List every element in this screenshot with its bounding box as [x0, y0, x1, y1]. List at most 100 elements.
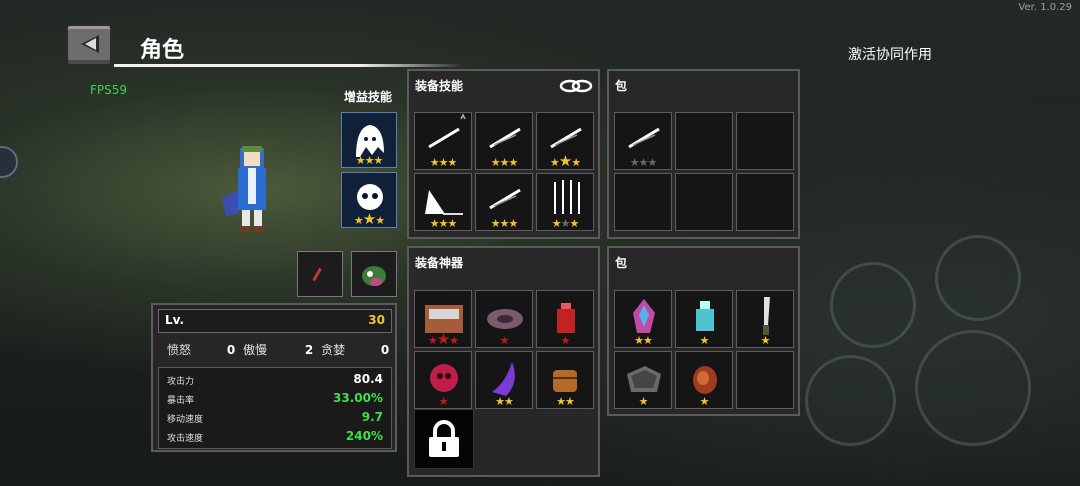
star-icon: ★ [438, 395, 449, 408]
meat-icon [693, 366, 717, 394]
star-icon: ★ [447, 156, 457, 169]
skills-bag-title: 包 [615, 79, 628, 93]
sin-value: 0 [226, 343, 236, 357]
empty-slot[interactable] [736, 351, 794, 409]
locked-artifact-slot[interactable] [414, 409, 474, 469]
wave-slash-icon [425, 190, 463, 215]
star-icon: ★ [508, 156, 518, 169]
ghost-icon [356, 125, 384, 157]
attribute-value: 240% [345, 429, 383, 443]
weapon-slot-primary[interactable] [297, 251, 343, 297]
weapon-slot-secondary[interactable] [351, 251, 397, 297]
stone-icon [627, 366, 661, 392]
star-icon: ★ [638, 395, 649, 408]
empty-slot[interactable] [736, 173, 794, 231]
crystal-icon [633, 299, 655, 333]
star-rating: ★★★ [537, 218, 593, 229]
title-underline [114, 64, 464, 67]
item-slot[interactable]: ★★★ [414, 173, 472, 231]
star-rating: ★★★ [476, 218, 532, 229]
potion-icon [557, 303, 575, 333]
empty-slot[interactable] [614, 173, 672, 231]
skills-bag-panel: 包 ★★★ [607, 69, 800, 239]
star-icon: ★ [551, 217, 562, 230]
level-value: 30 [368, 313, 385, 327]
star-rating: ★★★ [615, 157, 671, 168]
empty-slot[interactable] [736, 112, 794, 170]
empty-slot[interactable] [675, 112, 733, 170]
star-icon: ★ [373, 154, 383, 167]
star-icon: ★ [556, 395, 566, 408]
item-slot[interactable]: ★★★ [475, 112, 533, 170]
star-icon: ★ [643, 334, 653, 347]
buff-skill-slot[interactable]: ★★★ [341, 112, 397, 168]
item-slot[interactable]: ★★ [614, 290, 672, 348]
item-slot[interactable]: ★★★ [614, 112, 672, 170]
back-arrow-icon [81, 35, 99, 53]
sins-row: 愤怒 0 傲慢 2 贪婪 0 [167, 341, 389, 358]
attribute-row: 攻击力 80.4 [167, 372, 387, 392]
sin-value: 2 [304, 343, 314, 357]
link-icon[interactable] [558, 77, 594, 95]
star-icon: ★ [449, 334, 459, 347]
item-slot[interactable]: ★★ [536, 351, 594, 409]
item-slot[interactable]: ★★★ [414, 112, 472, 170]
slash-arrow-icon [428, 113, 466, 149]
stats-panel: Lv. 30 愤怒 0 傲慢 2 贪婪 0 攻击力 80.4 暴击率 33.00… [151, 303, 397, 452]
item-slot[interactable]: ★ [475, 290, 533, 348]
level-row: Lv. 30 [158, 309, 392, 333]
dagger-icon [312, 267, 322, 282]
star-icon: ★ [760, 334, 771, 347]
attribute-label: 暴击率 [167, 396, 195, 406]
item-slot[interactable]: ★★★ [475, 173, 533, 231]
star-rating: ★ [615, 396, 671, 407]
arrow-volley-icon [554, 180, 580, 214]
item-slot[interactable]: ★★★ [536, 112, 594, 170]
item-slot[interactable]: ★ [414, 351, 472, 409]
attribute-value: 80.4 [353, 372, 383, 386]
star-icon: ★ [569, 217, 579, 230]
item-slot[interactable]: ★ [614, 351, 672, 409]
star-icon: ★ [375, 214, 385, 227]
slash-icon [489, 188, 521, 210]
item-slot[interactable]: ★★★ [414, 290, 472, 348]
buff-skills-label: 增益技能 [344, 90, 393, 104]
empty-slot[interactable] [675, 173, 733, 231]
item-slot[interactable]: ★ [736, 290, 794, 348]
star-icon: ★ [499, 334, 510, 347]
barrel-icon [553, 370, 577, 392]
item-slot[interactable]: ★★★ [536, 173, 594, 231]
attribute-row: 移动速度 9.7 [167, 410, 387, 430]
lock-icon [429, 420, 459, 457]
page-title: 角色 [140, 38, 185, 63]
star-icon: ★ [549, 156, 560, 169]
attribute-value: 9.7 [361, 410, 383, 424]
knife-icon [763, 297, 770, 335]
star-rating: ★ [737, 335, 793, 346]
star-icon: ★ [504, 395, 514, 408]
star-rating: ★ [537, 335, 593, 346]
buff-skill-slot[interactable]: ★★★ [341, 172, 397, 228]
fps-counter: FPS59 [90, 83, 128, 97]
back-button[interactable] [66, 24, 112, 66]
activate-synergy-button[interactable]: 激活协同作用 [848, 44, 932, 64]
item-slot[interactable]: ★★ [475, 351, 533, 409]
star-rating: ★ [476, 335, 532, 346]
star-rating: ★ [676, 335, 732, 346]
star-icon: ★ [699, 395, 710, 408]
star-icon: ★ [560, 334, 571, 347]
plant-creature-icon [362, 266, 386, 286]
star-icon: ★ [634, 334, 644, 347]
skull-orb-icon [430, 364, 458, 392]
artifacts-bag-title: 包 [615, 256, 628, 270]
item-slot[interactable]: ★ [536, 290, 594, 348]
star-icon: ★ [508, 217, 518, 230]
star-rating: ★★ [476, 396, 532, 407]
sin-label: 愤怒 [167, 343, 192, 357]
item-slot[interactable]: ★ [675, 290, 733, 348]
artifacts-bag-panel: 包 ★★ ★ ★ ★ ★ [607, 246, 800, 416]
star-rating: ★ [676, 396, 732, 407]
attribute-row: 攻击速度 240% [167, 429, 387, 449]
character-sprite [222, 146, 266, 232]
item-slot[interactable]: ★ [675, 351, 733, 409]
